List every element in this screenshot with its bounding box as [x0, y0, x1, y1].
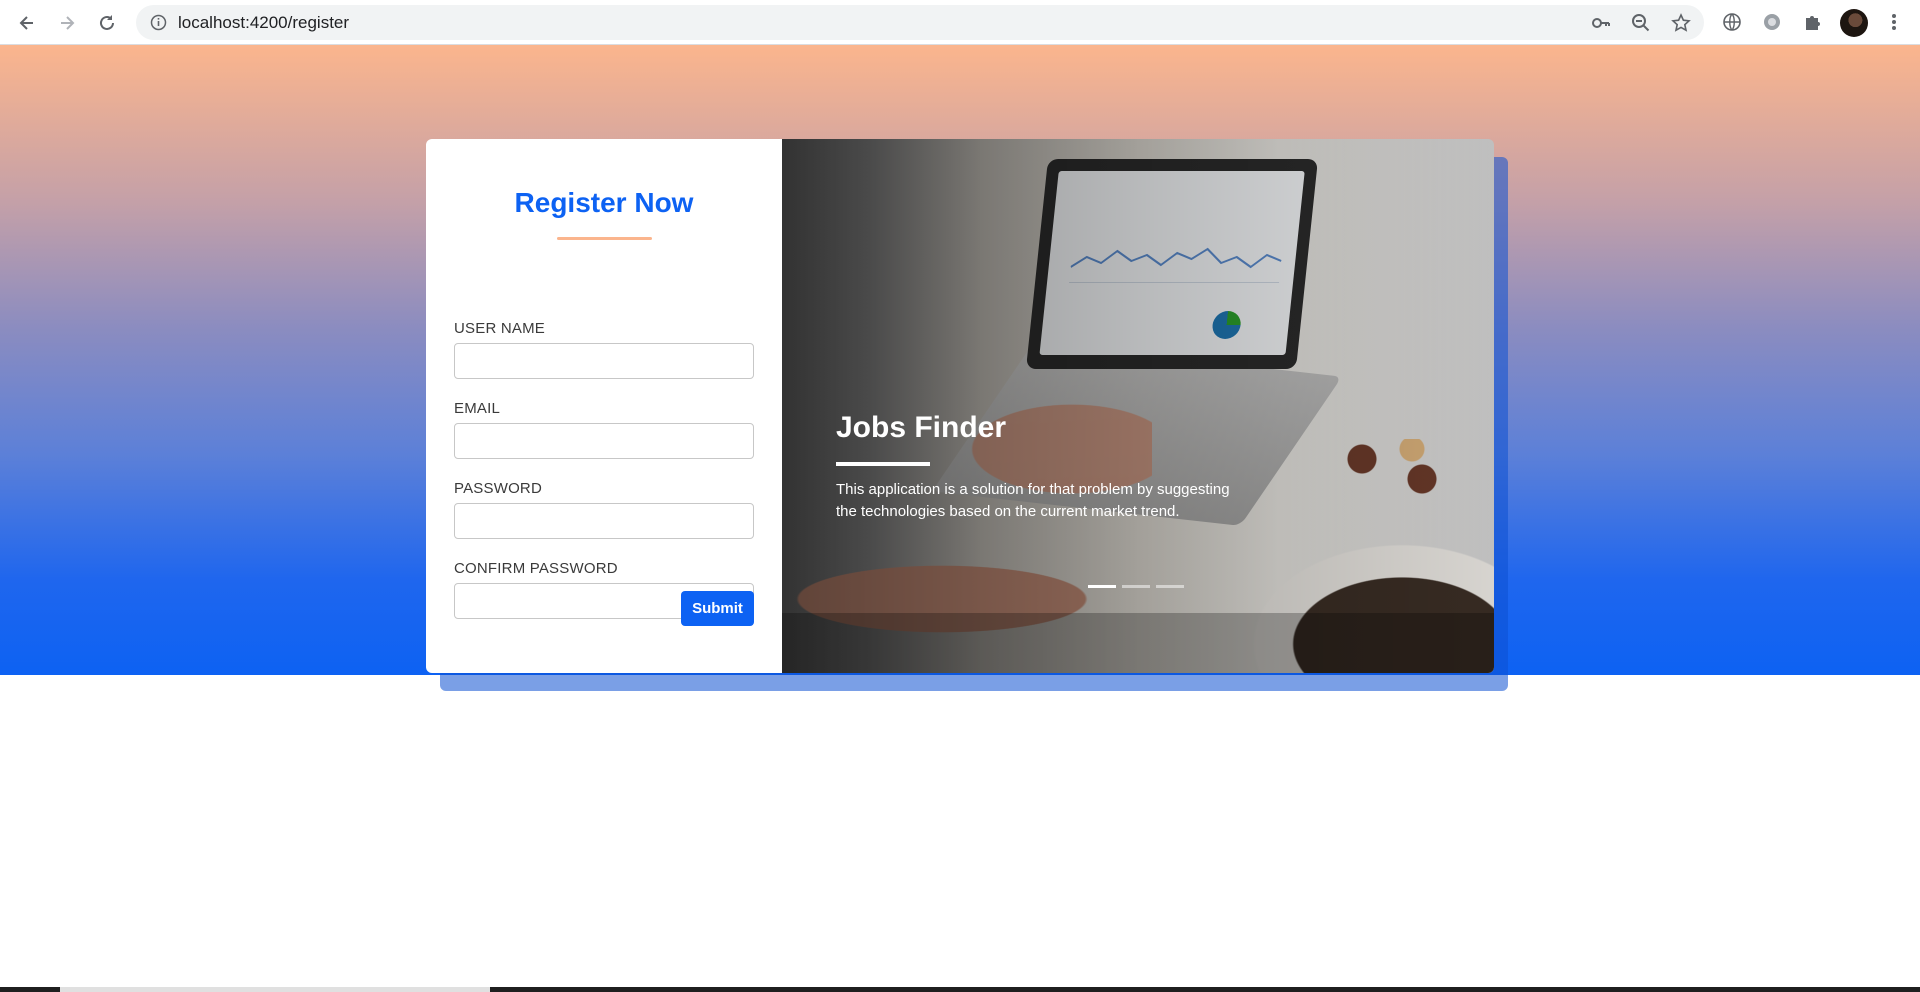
carousel-indicator-3[interactable]: [1156, 585, 1184, 588]
key-icon[interactable]: [1590, 12, 1612, 34]
browser-toolbar: localhost:4200/register: [0, 0, 1920, 45]
star-icon[interactable]: [1670, 12, 1692, 34]
password-field[interactable]: [454, 503, 754, 539]
carousel-caption-text: This application is a solution for that …: [836, 481, 1230, 520]
email-field[interactable]: [454, 423, 754, 459]
title-underline: [557, 237, 652, 240]
puzzle-icon[interactable]: [1800, 10, 1824, 34]
register-card: Register Now USER NAME EMAIL PASSWORD CO…: [426, 139, 1494, 673]
carousel-indicator-2[interactable]: [1122, 585, 1150, 588]
back-icon[interactable]: [12, 8, 42, 38]
info-icon[interactable]: [150, 14, 167, 31]
page-title: Register Now: [514, 187, 694, 218]
username-label: USER NAME: [454, 320, 545, 337]
email-label: EMAIL: [454, 400, 501, 417]
password-label: PASSWORD: [454, 480, 542, 497]
page-background: Register Now USER NAME EMAIL PASSWORD CO…: [0, 45, 1920, 691]
avatar[interactable]: [1840, 9, 1868, 37]
carousel-caption-title: Jobs Finder: [836, 411, 1007, 444]
url-text[interactable]: localhost:4200/register: [178, 13, 349, 33]
zoom-icon[interactable]: [1630, 12, 1652, 34]
submit-button[interactable]: Submit: [681, 591, 754, 626]
caption-underline: [836, 462, 930, 466]
confirm-password-label: CONFIRM PASSWORD: [454, 560, 618, 577]
forward-icon[interactable]: [52, 8, 82, 38]
menu-icon[interactable]: [1882, 10, 1906, 34]
address-bar[interactable]: localhost:4200/register: [136, 5, 1704, 40]
taskbar-active-item[interactable]: [60, 987, 490, 992]
register-form: Register Now USER NAME EMAIL PASSWORD CO…: [426, 139, 782, 673]
globe-icon[interactable]: [1720, 10, 1744, 34]
taskbar: [0, 987, 1920, 992]
extension-icon[interactable]: [1760, 10, 1784, 34]
carousel: Jobs Finder This application is a soluti…: [782, 139, 1494, 673]
reload-icon[interactable]: [92, 8, 122, 38]
carousel-indicator-1[interactable]: [1088, 585, 1116, 588]
username-field[interactable]: [454, 343, 754, 379]
